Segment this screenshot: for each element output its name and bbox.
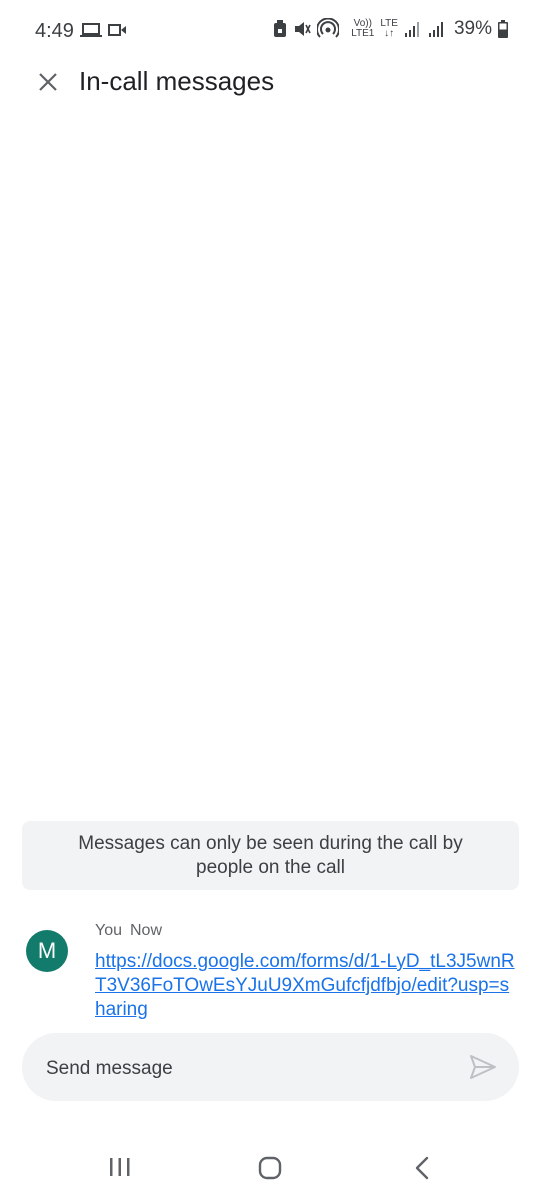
message-link[interactable]: https://docs.google.com/forms/d/1-LyD_tL… bbox=[95, 950, 515, 1022]
home-icon[interactable] bbox=[258, 1156, 282, 1180]
back-icon[interactable] bbox=[414, 1156, 430, 1180]
status-time: 4:49 bbox=[35, 20, 74, 42]
lte-bottom: ↓↑ bbox=[384, 28, 395, 39]
avatar: M bbox=[26, 930, 68, 972]
message-composer bbox=[22, 1033, 519, 1101]
volte-bottom: LTE1 bbox=[351, 28, 375, 39]
lte-indicator: LTE ↓↑ bbox=[380, 19, 398, 39]
status-left-icons bbox=[80, 22, 128, 38]
system-nav-bar bbox=[0, 1130, 540, 1200]
hotspot-icon bbox=[317, 18, 340, 38]
recents-icon[interactable] bbox=[108, 1157, 132, 1177]
battery-icon bbox=[498, 20, 508, 38]
mute-icon bbox=[295, 22, 311, 36]
signal-1-icon bbox=[404, 22, 419, 37]
video-call-icon bbox=[108, 24, 126, 36]
status-bar: 4:49 Vo)) LTE1 LTE ↓↑ 39% bbox=[0, 0, 540, 64]
app-header: In-call messages bbox=[0, 60, 540, 120]
status-right-icons: Vo)) LTE1 LTE ↓↑ 39% bbox=[273, 18, 508, 40]
volte-indicator: Vo)) LTE1 bbox=[351, 19, 374, 39]
page-title: In-call messages bbox=[79, 66, 275, 96]
signal-2-icon bbox=[428, 22, 443, 37]
send-icon[interactable] bbox=[469, 1054, 497, 1080]
battery-percent: 39% bbox=[453, 18, 492, 39]
close-icon[interactable] bbox=[36, 70, 60, 94]
message-sender: You bbox=[95, 922, 122, 939]
message-time: Now bbox=[130, 922, 163, 939]
call-notice: Messages can only be seen during the cal… bbox=[22, 821, 519, 890]
send-message-input[interactable] bbox=[44, 1053, 448, 1085]
message-meta: You Now bbox=[95, 922, 170, 940]
laptop-icon bbox=[80, 23, 102, 37]
lock-battery-icon bbox=[274, 20, 287, 37]
